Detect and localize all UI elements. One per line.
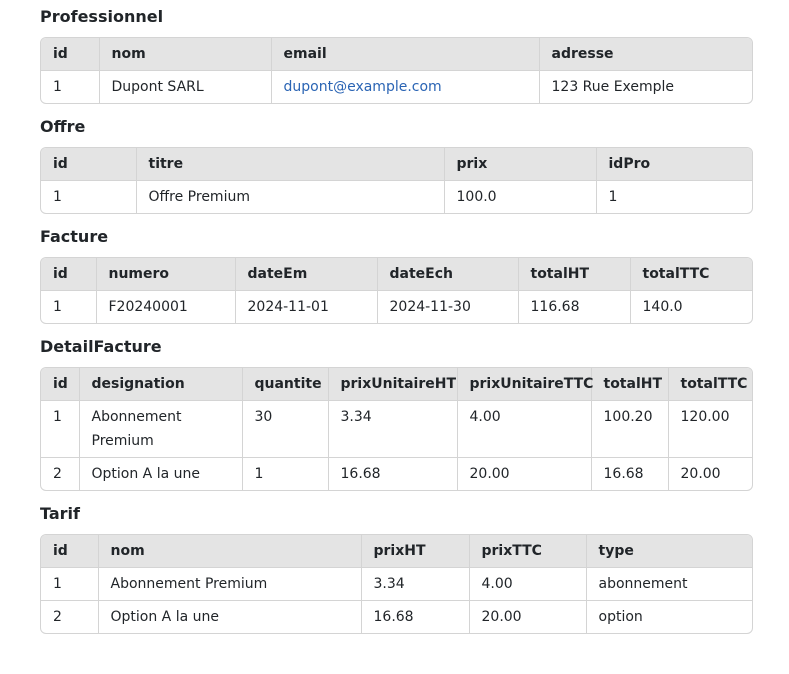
cell-titre: Offre Premium [135,180,444,213]
table-row: 2 Option A la une 1 16.68 20.00 16.68 20… [41,457,752,490]
column-header-id: id [41,368,79,401]
table-row: 1 Abonnement Premium 3.34 4.00 abonnemen… [41,567,752,601]
column-header-dateem: dateEm [234,258,377,291]
cell-id: 1 [53,189,62,205]
table-row: 1 F20240001 2024-11-01 2024-11-30 116.68… [41,290,752,323]
cell-dateem: 2024-11-01 [234,290,377,323]
table-offre: id titre prix idPro 1 Offre Premium 100.… [40,147,753,214]
column-header-totalht: totalHT [517,258,630,291]
cell-nom: Abonnement Premium [97,567,361,601]
table-header-row: id designation quantite prixUnitaireHT p… [41,368,752,401]
column-header-quantite: quantite [241,368,328,401]
email-link[interactable]: dupont@example.com [284,79,442,95]
table-header-row: id nom email adresse [41,38,752,71]
cell-nom: Dupont SARL [98,70,271,103]
table-header-row: id nom prixHT prixTTC type [41,535,752,568]
column-header-prixttc: prixTTC [468,535,586,568]
column-header-nom: nom [97,535,361,568]
column-header-prix: prix [443,148,596,181]
cell-totalht: 100.20 [590,400,668,458]
cell-type: option [585,600,752,633]
section-title-detailfacture: DetailFacture [40,337,162,356]
column-header-id: id [41,258,96,291]
cell-id: 1 [53,576,62,592]
cell-prix: 100.0 [443,180,596,213]
table-facture: id numero dateEm dateEch totalHT totalTT… [40,257,753,324]
section-facture: Facture id numero dateEm dateEch totalHT… [40,226,753,324]
column-header-idpro: idPro [595,148,752,181]
cell-adresse: 123 Rue Exemple [538,70,752,103]
column-header-totalttc: totalTTC [667,368,752,401]
cell-numero: F20240001 [95,290,235,323]
cell-id: 2 [41,457,79,490]
section-tarif: Tarif id nom prixHT prixTTC type 1 Abonn… [40,503,753,634]
cell-idpro: 1 [595,180,752,213]
table-detailfacture: id designation quantite prixUnitaireHT p… [40,367,753,491]
table-professionnel: id nom email adresse 1 Dupont SARL dupon… [40,37,753,104]
column-header-numero: numero [95,258,235,291]
column-header-dateech: dateEch [376,258,518,291]
column-header-designation: designation [78,368,242,401]
cell-type: abonnement [585,567,752,601]
cell-prixunitaireht: 3.34 [327,400,457,458]
cell-id: 1 [53,409,62,425]
table-row: 1 Offre Premium 100.0 1 [41,180,752,213]
cell-nom: Option A la une [97,600,361,633]
column-header-totalht: totalHT [590,368,668,401]
table-row: 2 Option A la une 16.68 20.00 option [41,600,752,633]
column-header-totalttc: totalTTC [629,258,752,291]
table-header-row: id numero dateEm dateEch totalHT totalTT… [41,258,752,291]
cell-prixht: 3.34 [360,567,469,601]
table-tarif: id nom prixHT prixTTC type 1 Abonnement … [40,534,753,634]
column-header-id: id [41,38,99,71]
cell-quantite: 30 [241,400,328,458]
section-title-tarif: Tarif [40,504,80,523]
section-title-facture: Facture [40,227,109,246]
column-header-prixunitaireht: prixUnitaireHT [327,368,457,401]
column-header-id: id [41,535,98,568]
cell-prixunitairettc: 4.00 [456,400,591,458]
cell-totalttc: 120.00 [667,400,752,458]
table-header-row: id titre prix idPro [41,148,752,181]
column-header-prixunitairettc: prixUnitaireTTC [456,368,593,401]
section-title-offre: Offre [40,117,86,136]
cell-prixttc: 4.00 [468,567,586,601]
cell-id: 1 [53,79,62,95]
page: Professionnel id nom email adresse 1 Dup… [0,0,789,634]
cell-totalht: 16.68 [590,457,668,490]
cell-prixunitaireht: 16.68 [327,457,457,490]
column-header-id: id [41,148,136,181]
cell-totalht: 116.68 [517,290,630,323]
column-header-titre: titre [135,148,444,181]
cell-prixunitairettc: 20.00 [456,457,591,490]
cell-prixttc: 20.00 [468,600,586,633]
column-header-nom: nom [98,38,271,71]
column-header-adresse: adresse [538,38,752,71]
cell-dateech: 2024-11-30 [376,290,518,323]
cell-id: 1 [53,299,62,315]
cell-designation: Abonnement Premium [78,400,242,458]
column-header-type: type [585,535,752,568]
cell-id: 2 [41,600,98,633]
cell-email: dupont@example.com [270,70,539,103]
cell-quantite: 1 [241,457,328,490]
column-header-email: email [270,38,539,71]
cell-totalttc: 140.0 [629,290,752,323]
section-detailfacture: DetailFacture id designation quantite pr… [40,336,753,491]
cell-designation: Option A la une [78,457,242,490]
table-row: 1 Abonnement Premium 30 3.34 4.00 100.20… [41,400,752,458]
section-title-professionnel: Professionnel [40,7,164,26]
column-header-prixht: prixHT [360,535,469,568]
section-offre: Offre id titre prix idPro 1 Offre Premiu… [40,116,753,214]
section-professionnel: Professionnel id nom email adresse 1 Dup… [40,6,753,104]
table-row: 1 Dupont SARL dupont@example.com 123 Rue… [41,70,752,103]
cell-totalttc: 20.00 [667,457,752,490]
cell-prixht: 16.68 [360,600,469,633]
